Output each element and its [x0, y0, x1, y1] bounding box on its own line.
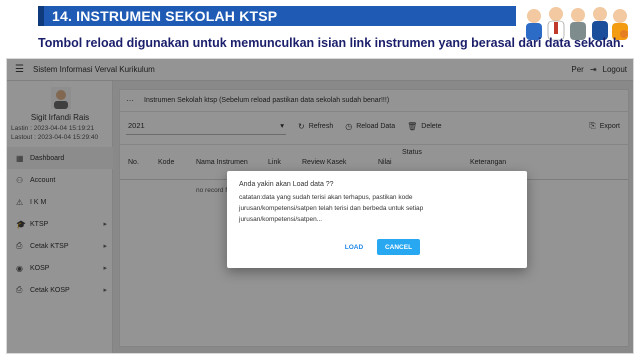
slide-subtitle: Tombol reload digunakan untuk memunculka…: [38, 36, 625, 50]
confirm-dialog: Anda yakin akan Load data ?? catatan:dat…: [227, 171, 527, 268]
dialog-title: Anda yakin akan Load data ??: [239, 181, 334, 188]
slide-title-bar: 14. INSTRUMEN SEKOLAH KTSP: [38, 6, 516, 26]
slide: 14. INSTRUMEN SEKOLAH KTSP Tombol reload…: [0, 0, 638, 359]
load-button[interactable]: LOAD: [333, 239, 375, 255]
app-window: ☰ Sistem Informasi Verval Kurikulum Per …: [6, 58, 634, 354]
dialog-message: catatan:data yang sudah terisi akan terh…: [239, 194, 424, 223]
slide-title: 14. INSTRUMEN SEKOLAH KTSP: [52, 8, 278, 24]
cancel-button[interactable]: CANCEL: [377, 239, 420, 255]
